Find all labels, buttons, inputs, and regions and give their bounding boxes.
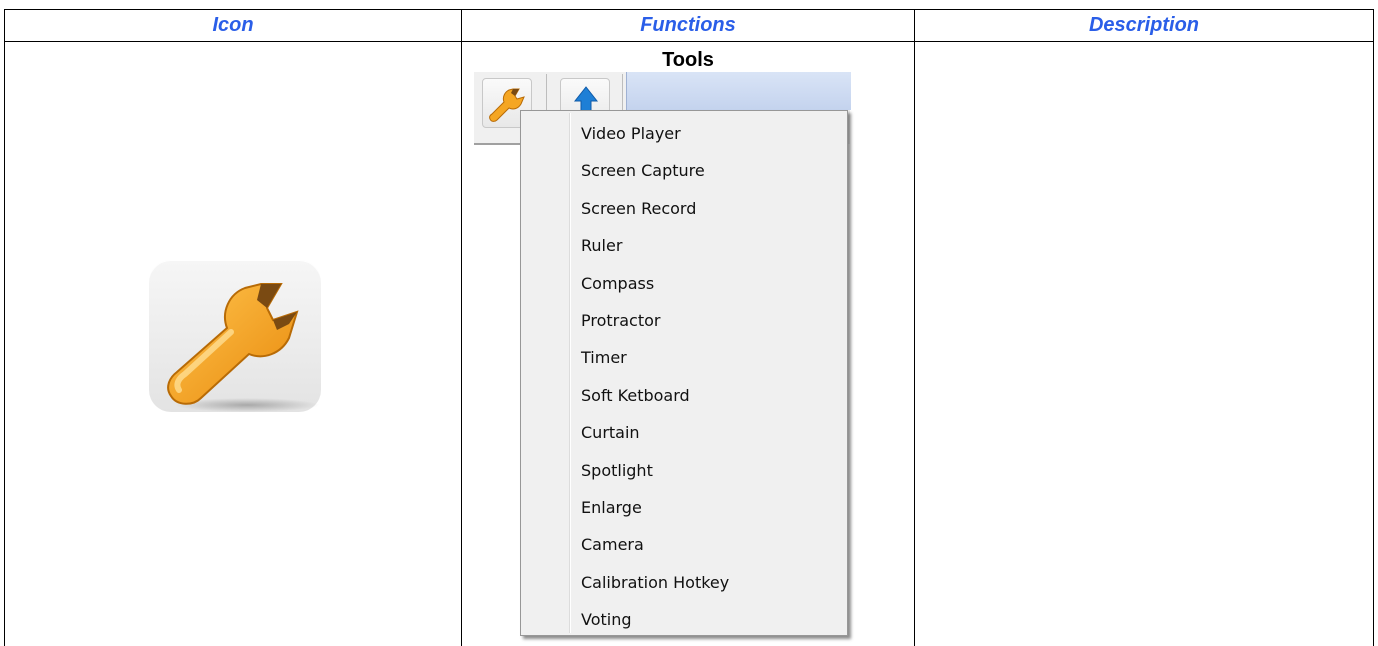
header-description: Description [1088,14,1200,36]
description-cell [915,42,1373,646]
menu-item[interactable]: Timer [521,339,847,376]
menu-item[interactable]: Screen Record [521,190,847,227]
menu-item[interactable]: Video Player [521,115,847,152]
functions-table: Icon Functions Description Tools Video P… [0,0,1378,646]
toolbar-separator [622,74,623,114]
menu-item[interactable]: Calibration Hotkey [521,564,847,601]
header-functions: Functions [640,14,736,36]
menu-item[interactable]: Enlarge [521,489,847,526]
tools-dropdown-menu: Video Player Screen Capture Screen Record R… [520,110,848,636]
menu-list: Video Player Screen Capture Screen Record R… [521,115,847,638]
wrench-icon [167,283,319,412]
column-divider-1 [461,9,462,646]
menu-item[interactable]: Protractor [521,302,847,339]
tools-icon-tile [149,260,321,412]
table-top-border [4,9,1374,10]
toolbar-separator [546,74,547,114]
menu-item[interactable]: Ruler [521,227,847,264]
menu-item[interactable]: Voting [521,601,847,638]
menu-item[interactable]: Screen Capture [521,152,847,189]
menu-item[interactable]: Spotlight [521,452,847,489]
menu-item[interactable]: Camera [521,526,847,563]
header-icon: Icon [212,14,254,36]
section-title: Tools [662,49,714,71]
menu-item[interactable]: Soft Ketboard [521,377,847,414]
toolbar-blue-bar [626,72,851,110]
table-left-border [4,9,5,646]
menu-item[interactable]: Curtain [521,414,847,451]
toolbar-bottom-edge [474,143,524,145]
menu-item[interactable]: Compass [521,265,847,302]
table-right-border [1373,9,1374,646]
